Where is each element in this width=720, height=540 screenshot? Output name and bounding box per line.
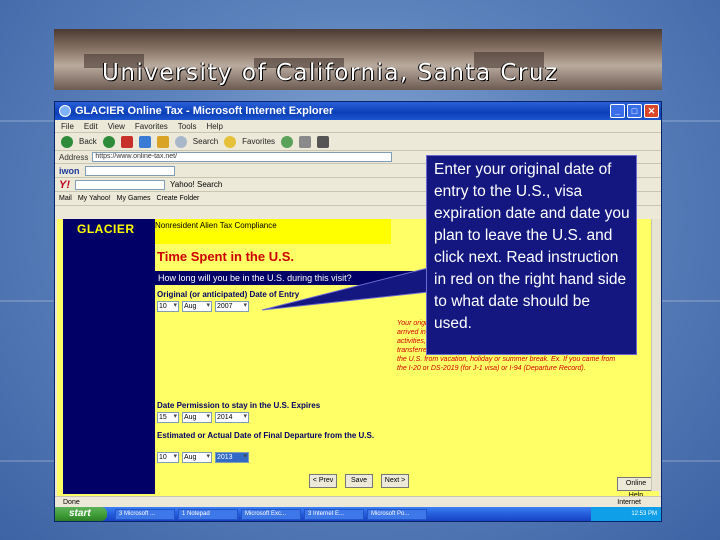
entry-month-select[interactable]: Aug [182, 301, 212, 312]
taskbar-item[interactable]: Microsoft Po... [367, 508, 427, 520]
link-mail[interactable]: Mail [59, 195, 72, 202]
departure-date-selects: 10 Aug 2013 [157, 452, 249, 463]
departure-year-select[interactable]: 2013 [215, 452, 249, 463]
forward-arrow-icon[interactable] [102, 135, 115, 148]
menu-help[interactable]: Help [206, 122, 222, 131]
permission-date-label: Date Permission to stay in the U.S. Expi… [157, 401, 321, 410]
favorites-star-icon[interactable] [224, 135, 237, 148]
left-nav [63, 219, 155, 494]
refresh-icon[interactable] [138, 135, 151, 148]
iwon-search-input[interactable] [84, 165, 175, 176]
entry-date-selects: 10 Aug 2007 [157, 301, 249, 312]
window-title: GLACIER Online Tax - Microsoft Internet … [75, 105, 334, 117]
prev-button[interactable]: < Prev [309, 474, 337, 488]
entry-date-label: Original (or anticipated) Date of Entry [157, 290, 300, 299]
status-text: Done [63, 498, 80, 506]
entry-day-select[interactable]: 10 [157, 301, 179, 312]
status-zone: Internet [617, 498, 641, 506]
ie-icon [59, 105, 71, 117]
address-input[interactable]: https://www.online-tax.net/ [92, 152, 393, 162]
glacier-logo: GLACIER [77, 222, 135, 236]
section-title: Time Spent in the U.S. [157, 249, 295, 264]
link-my-yahoo[interactable]: My Yahoo! [78, 195, 111, 202]
taskbar-item[interactable]: 3 Microsoft ... [115, 508, 175, 520]
permission-year-select[interactable]: 2014 [215, 412, 249, 423]
departure-date-label: Estimated or Actual Date of Final Depart… [157, 431, 375, 440]
taskbar: start 3 Microsoft ... 1 Notepad Microsof… [55, 507, 661, 521]
permission-date-selects: 15 Aug 2014 [157, 412, 249, 423]
yahoo-search-button[interactable]: Yahoo! Search [170, 180, 222, 189]
next-button[interactable]: Next > [381, 474, 409, 488]
university-banner: University of California, Santa Cruz [54, 29, 662, 90]
save-button[interactable]: Save [345, 474, 373, 488]
window-titlebar[interactable]: GLACIER Online Tax - Microsoft Internet … [55, 102, 661, 120]
taskbar-item[interactable]: Microsoft Exc... [241, 508, 301, 520]
mail-icon[interactable] [299, 135, 312, 148]
departure-month-select[interactable]: Aug [182, 452, 212, 463]
menu-edit[interactable]: Edit [84, 122, 98, 131]
permission-day-select[interactable]: 15 [157, 412, 179, 423]
departure-day-select[interactable]: 10 [157, 452, 179, 463]
question-bar: How long will you be in the U.S. during … [155, 271, 445, 285]
back-arrow-icon[interactable] [61, 135, 73, 148]
minimize-button[interactable]: _ [610, 104, 625, 118]
banner-title: University of California, Santa Cruz [102, 60, 559, 86]
system-clock: 12:53 PM [591, 507, 661, 521]
search-button[interactable]: Search [193, 137, 218, 146]
online-help-button[interactable]: Online Help [617, 477, 655, 499]
history-icon[interactable] [281, 135, 294, 148]
link-create-folder[interactable]: Create Folder [157, 195, 200, 202]
search-icon[interactable] [174, 135, 187, 148]
menu-view[interactable]: View [108, 122, 125, 131]
menu-bar: File Edit View Favorites Tools Help [55, 120, 661, 133]
favorites-button[interactable]: Favorites [242, 137, 275, 146]
header-text: Nonresident Alien Tax Compliance [155, 221, 277, 230]
yahoo-logo[interactable]: Y! [59, 179, 70, 191]
address-label: Address [59, 152, 89, 162]
menu-tools[interactable]: Tools [178, 122, 197, 131]
home-icon[interactable] [156, 135, 169, 148]
menu-favorites[interactable]: Favorites [135, 122, 168, 131]
instruction-callout: Enter your original date of entry to the… [426, 155, 637, 355]
taskbar-item[interactable]: 3 Internet E... [304, 508, 364, 520]
iwon-logo[interactable]: iwon [59, 166, 80, 176]
vertical-scrollbar[interactable] [651, 219, 661, 491]
permission-month-select[interactable]: Aug [182, 412, 212, 423]
standard-toolbar: Back Search Favorites [55, 133, 661, 151]
print-icon[interactable] [317, 135, 330, 148]
stop-icon[interactable] [120, 135, 133, 148]
taskbar-item[interactable]: 1 Notepad [178, 508, 238, 520]
maximize-button[interactable]: □ [627, 104, 642, 118]
close-button[interactable]: ✕ [644, 104, 659, 118]
status-bar: Done Internet [55, 496, 661, 507]
entry-year-select[interactable]: 2007 [215, 301, 249, 312]
menu-file[interactable]: File [61, 122, 74, 131]
back-button[interactable]: Back [79, 137, 97, 146]
start-button[interactable]: start [55, 507, 107, 521]
link-my-games[interactable]: My Games [117, 195, 151, 202]
nav-buttons: < Prev Save Next > [309, 474, 409, 488]
yahoo-search-input[interactable] [75, 179, 165, 190]
